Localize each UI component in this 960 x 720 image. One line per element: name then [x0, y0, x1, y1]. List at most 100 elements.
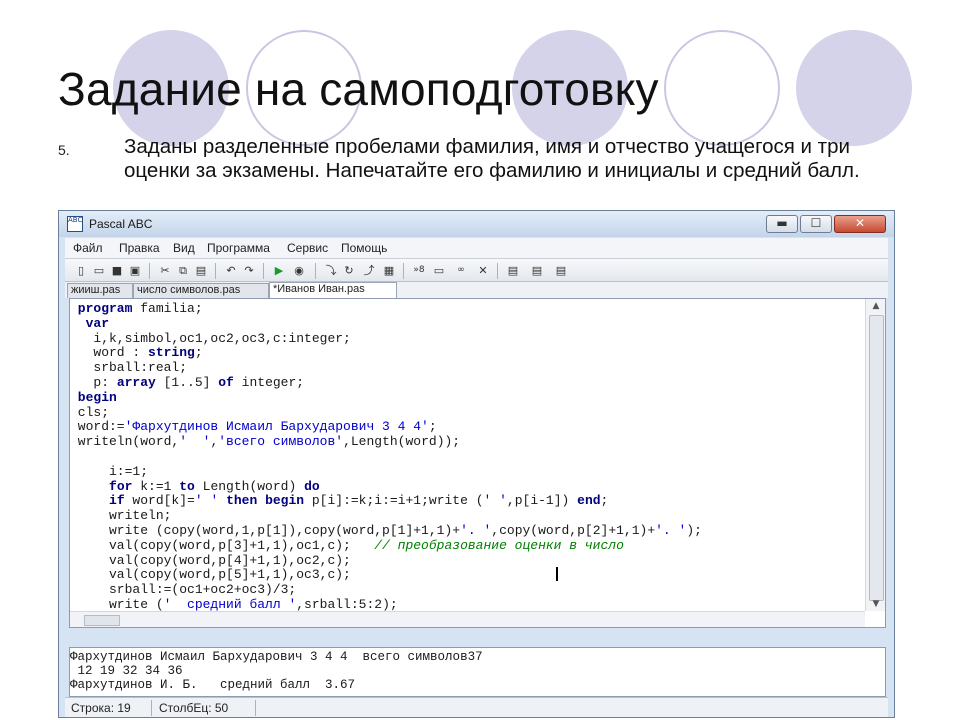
maximize-button[interactable]: ☐ [800, 215, 832, 233]
code-token: ; [600, 493, 609, 509]
code-token: for [109, 478, 133, 494]
code-line: val(copy(word,p[5]+1,1),oc3,c); [70, 567, 351, 582]
menu-program[interactable]: Программа [207, 241, 270, 255]
code-line: word:='Фархутдинов Исмаил Бархударович 3… [70, 419, 437, 434]
code-editor[interactable]: program familia; var i,k,simbol,oc1,oc2,… [69, 298, 886, 628]
menu-view[interactable]: Вид [173, 241, 195, 255]
find-icon[interactable]: ▤ [505, 263, 521, 278]
code-line: val(copy(word,p[3]+1,1),oc1,c); // преоб… [70, 538, 624, 553]
code-token: var [70, 315, 110, 331]
toolbar-separator [497, 263, 498, 279]
code-token: ' ' [179, 434, 211, 450]
toolbar-separator [215, 263, 216, 279]
code-token: val(copy(word,p[4]+1,1),oc2,c); [70, 552, 351, 568]
window-titlebar[interactable]: ABC Pascal ABC ▬ ☐ ✕ [59, 211, 894, 237]
toolbar-separator [263, 263, 264, 279]
compile-icon[interactable]: »8 [411, 263, 427, 278]
h-scroll-thumb[interactable] [84, 615, 120, 626]
output-line: Фархутдинов Исмаил Бархударович 3 4 4 вс… [70, 650, 483, 664]
code-line: srball:real; [70, 360, 187, 375]
code-token: write ( [70, 597, 164, 612]
code-token: cls; [70, 404, 110, 420]
decor-circle [664, 30, 780, 146]
code-token: ,copy(word,p[2]+1,1)+ [491, 523, 656, 538]
pascal-window: ABC Pascal ABC ▬ ☐ ✕ Файл Правка Вид Про… [58, 210, 895, 718]
file-tabs: жииш.pas число символов.pas *Иванов Иван… [65, 282, 888, 298]
stop-icon[interactable]: ◉ [291, 263, 307, 278]
code-token: [1..5] [155, 375, 219, 390]
step-into-icon[interactable]: ⤵ [323, 263, 339, 278]
step-out-icon[interactable]: ⤴ [361, 263, 377, 278]
replace-icon[interactable]: ▤ [529, 263, 545, 278]
code-token: ' средний балл ' [163, 597, 297, 612]
code-line: p: array [1..5] of integer; [70, 375, 304, 390]
status-bar: Строка: 19 СтолбЕц: 50 [65, 697, 888, 717]
code-line: cls; [70, 405, 109, 420]
code-token: do [304, 478, 320, 494]
code-line: if word[k]=' ' then begin p[i]:=k;i:=i+1… [70, 493, 608, 508]
window-icon[interactable]: ▭ [431, 263, 447, 278]
watch-icon[interactable]: ▦ [381, 263, 397, 278]
output-panel[interactable]: Фархутдинов Исмаил Бархударович 3 4 4 вс… [69, 647, 886, 697]
save-all-icon[interactable]: ▣ [127, 263, 143, 278]
menu-service[interactable]: Сервис [287, 241, 328, 255]
code-token: p: [70, 375, 117, 390]
close-button[interactable]: ✕ [834, 215, 886, 233]
decor-circle [796, 30, 912, 146]
code-token: val(copy(word,p[5]+1,1),oc3,c); [70, 567, 351, 583]
output-line: Фархутдинов И. Б. средний балл 3.67 [70, 678, 356, 692]
tab-file-2[interactable]: число символов.pas [133, 283, 269, 298]
code-line: val(copy(word,p[4]+1,1),oc2,c); [70, 553, 351, 568]
code-line: i:=1; [70, 464, 148, 479]
tab-file-1[interactable]: жииш.pas [67, 283, 133, 298]
status-column: СтолбЕц: 50 [159, 701, 229, 715]
open-file-icon[interactable]: ▭ [91, 263, 107, 278]
scroll-thumb[interactable] [869, 315, 884, 601]
code-line: for k:=1 to Length(word) do [70, 479, 320, 494]
code-token: ); [686, 523, 702, 538]
task-number: 5. [58, 142, 70, 158]
run-icon[interactable]: ▶ [271, 263, 287, 278]
tab-file-3[interactable]: *Иванов Иван.pas [269, 282, 397, 298]
undo-icon[interactable]: ↶ [223, 263, 239, 278]
close-window-icon[interactable]: ✕ [475, 263, 491, 278]
code-token: val(copy(word,p[3]+1,1),oc1,c); [70, 537, 375, 553]
status-separator [255, 700, 256, 716]
code-token: 'всего символов' [218, 434, 344, 450]
find-next-icon[interactable]: ▤ [553, 263, 569, 278]
code-line: write (copy(word,1,p[1]),copy(word,p[1]+… [70, 523, 702, 538]
minimize-button[interactable]: ▬ [766, 215, 798, 233]
code-line: writeln(word,' ','всего символов',Length… [70, 434, 460, 449]
new-file-icon[interactable]: ▯ [73, 263, 89, 278]
paste-icon[interactable]: ▤ [193, 263, 209, 278]
vertical-scrollbar[interactable]: ▲ ▼ [865, 299, 885, 611]
step-over-icon[interactable]: ↻ [341, 263, 357, 278]
code-token: string [148, 345, 195, 361]
copy-icon[interactable]: ⧉ [175, 263, 191, 278]
code-token: ' ' [483, 493, 507, 509]
redo-icon[interactable]: ↷ [241, 263, 257, 278]
debug-icon[interactable]: ∞ [453, 263, 469, 278]
code-line: srball:=(oc1+oc2+oc3)/3; [70, 582, 296, 597]
toolbar-separator [315, 263, 316, 279]
code-token: 'Фархутдинов Исмаил Бархударович 3 4 4' [124, 419, 429, 435]
save-icon[interactable]: ■ [109, 263, 125, 278]
code-token: word:= [70, 419, 125, 435]
task-description: Заданы разделенные пробелами фамилия, им… [124, 135, 860, 182]
scroll-up-icon[interactable]: ▲ [869, 301, 883, 311]
code-token: then begin [226, 493, 305, 509]
horizontal-scrollbar[interactable] [70, 611, 865, 627]
menu-help[interactable]: Помощь [341, 241, 387, 255]
code-token: end [577, 493, 601, 509]
cut-icon[interactable]: ✂ [157, 263, 173, 278]
app-icon: ABC [67, 216, 83, 232]
code-token: srball:=(oc1+oc2+oc3)/3; [70, 582, 297, 598]
window-title: Pascal ABC [89, 217, 153, 231]
menu-file[interactable]: Файл [73, 241, 103, 255]
code-token: word[k]= [124, 493, 195, 509]
scroll-down-icon[interactable]: ▼ [869, 599, 883, 609]
toolbar-separator [403, 263, 404, 279]
menu-edit[interactable]: Правка [119, 241, 160, 255]
